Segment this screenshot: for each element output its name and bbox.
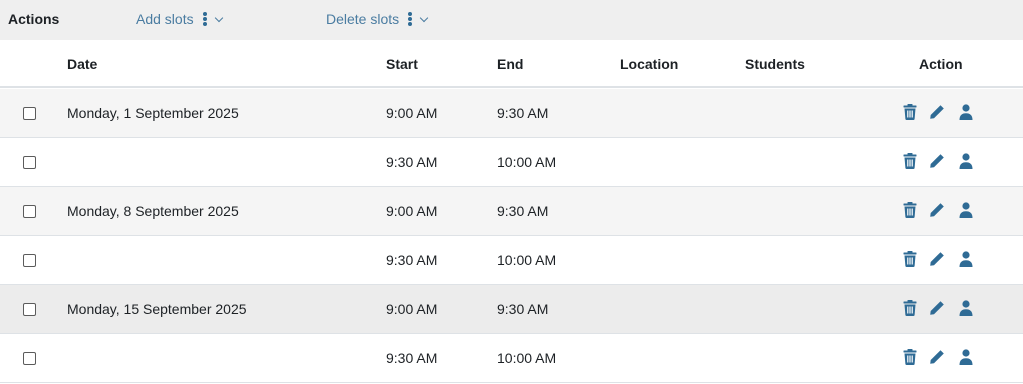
row-select-checkbox[interactable]	[23, 205, 36, 218]
column-header-location: Location	[620, 56, 679, 72]
cell-date: Monday, 8 September 2025	[67, 203, 239, 219]
cell-date: Monday, 1 September 2025	[67, 105, 239, 121]
trash-icon[interactable]	[903, 153, 919, 171]
user-icon[interactable]	[959, 251, 975, 269]
cell-start: 9:00 AM	[386, 301, 438, 317]
row-select-checkbox[interactable]	[23, 303, 36, 316]
pencil-icon[interactable]	[929, 153, 945, 171]
pencil-icon[interactable]	[929, 202, 945, 220]
column-header-start: Start	[386, 56, 418, 72]
table-row: 9:30 AM 10:00 AM	[0, 236, 1023, 285]
trash-icon[interactable]	[903, 349, 919, 367]
column-header-action: Action	[919, 56, 963, 72]
trash-icon[interactable]	[903, 300, 919, 318]
user-icon[interactable]	[959, 202, 975, 220]
trash-icon[interactable]	[903, 104, 919, 122]
pencil-icon[interactable]	[929, 104, 945, 122]
add-slots-menu[interactable]: Add slots	[136, 11, 223, 27]
cell-date: Monday, 15 September 2025	[67, 301, 247, 317]
kebab-icon	[202, 12, 207, 26]
delete-slots-menu[interactable]: Delete slots	[326, 11, 429, 27]
cell-start: 9:30 AM	[386, 350, 438, 366]
column-header-end: End	[497, 56, 524, 72]
pencil-icon[interactable]	[929, 349, 945, 367]
user-icon[interactable]	[959, 153, 975, 171]
user-icon[interactable]	[959, 104, 975, 122]
chevron-down-icon	[419, 13, 429, 23]
cell-end: 9:30 AM	[497, 105, 549, 121]
user-icon[interactable]	[959, 300, 975, 318]
table-row: Monday, 1 September 2025 9:00 AM 9:30 AM	[0, 89, 1023, 138]
cell-start: 9:30 AM	[386, 154, 438, 170]
cell-end: 10:00 AM	[497, 350, 557, 366]
pencil-icon[interactable]	[929, 251, 945, 269]
cell-end: 9:30 AM	[497, 301, 549, 317]
trash-icon[interactable]	[903, 202, 919, 220]
column-header-students: Students	[745, 56, 805, 72]
pencil-icon[interactable]	[929, 300, 945, 318]
add-slots-label: Add slots	[136, 11, 194, 27]
cell-start: 9:00 AM	[386, 203, 438, 219]
row-select-checkbox[interactable]	[23, 254, 36, 267]
kebab-icon	[408, 12, 413, 26]
cell-end: 9:30 AM	[497, 203, 549, 219]
cell-end: 10:00 AM	[497, 252, 557, 268]
table-header: Date Start End Location Students Action	[0, 40, 1023, 88]
column-header-date: Date	[67, 56, 98, 72]
table-row: 9:30 AM 10:00 AM	[0, 334, 1023, 383]
trash-icon[interactable]	[903, 251, 919, 269]
user-icon[interactable]	[959, 349, 975, 367]
cell-end: 10:00 AM	[497, 154, 557, 170]
delete-slots-label: Delete slots	[326, 11, 400, 27]
row-select-checkbox[interactable]	[23, 352, 36, 365]
row-select-checkbox[interactable]	[23, 156, 36, 169]
actions-label: Actions	[8, 11, 60, 27]
actions-toolbar: Actions Add slots Delete slots	[0, 0, 1023, 40]
table-row: Monday, 15 September 2025 9:00 AM 9:30 AM	[0, 285, 1023, 334]
table-row: 9:30 AM 10:00 AM	[0, 138, 1023, 187]
chevron-down-icon	[214, 13, 223, 23]
table-row: Monday, 8 September 2025 9:00 AM 9:30 AM	[0, 187, 1023, 236]
row-select-checkbox[interactable]	[23, 107, 36, 120]
cell-start: 9:00 AM	[386, 105, 438, 121]
cell-start: 9:30 AM	[386, 252, 438, 268]
